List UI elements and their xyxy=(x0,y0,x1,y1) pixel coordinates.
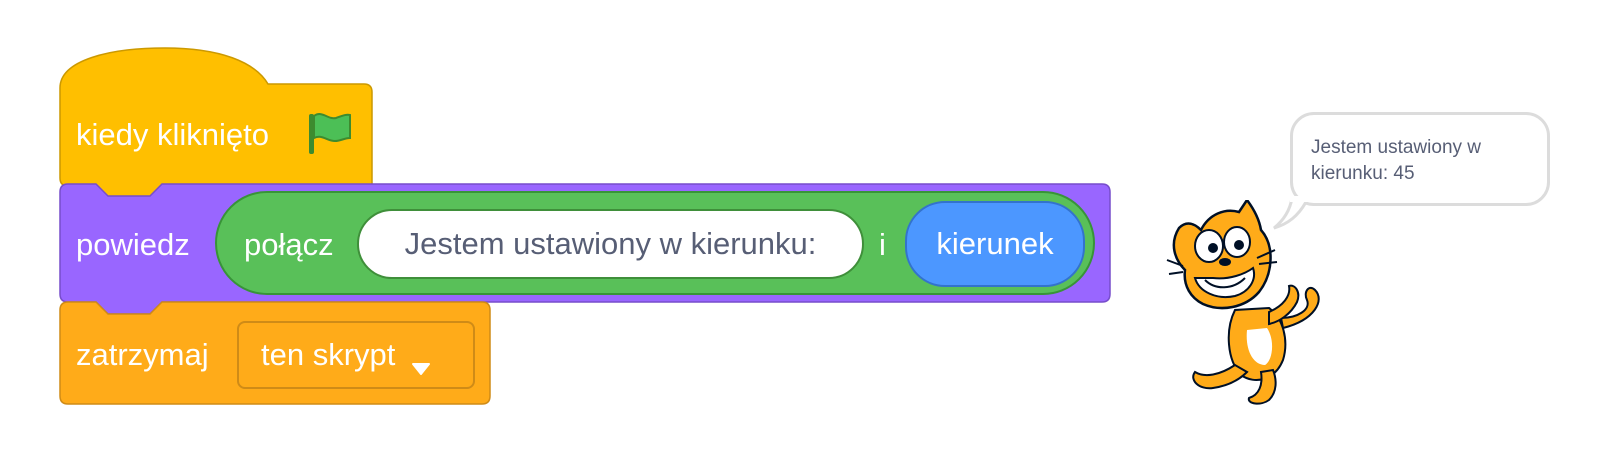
green-flag-icon xyxy=(306,110,354,161)
hat-block-label: kiedy kliknięto xyxy=(76,117,269,152)
stop-option-value: ten skrypt xyxy=(261,337,396,372)
direction-reporter[interactable]: kierunek xyxy=(905,201,1085,287)
speech-bubble-text: Jestem ustawiony w kierunku: 45 xyxy=(1311,137,1482,184)
stop-option-dropdown[interactable]: ten skrypt xyxy=(237,321,475,389)
scratch-cat-icon[interactable] xyxy=(1165,197,1335,415)
stop-block-label: zatrzymaj xyxy=(76,337,209,372)
chevron-down-icon xyxy=(411,348,431,375)
join-connector-label: i xyxy=(879,227,886,262)
say-block-label: powiedz xyxy=(76,227,190,262)
join-block-label: połącz xyxy=(244,227,334,262)
scratch-workspace: kiedy kliknięto powiedz połącz Jestem us… xyxy=(0,0,1600,475)
join-first-input[interactable]: Jestem ustawiony w kierunku: xyxy=(357,209,864,279)
speech-bubble: Jestem ustawiony w kierunku: 45 xyxy=(1290,112,1550,206)
